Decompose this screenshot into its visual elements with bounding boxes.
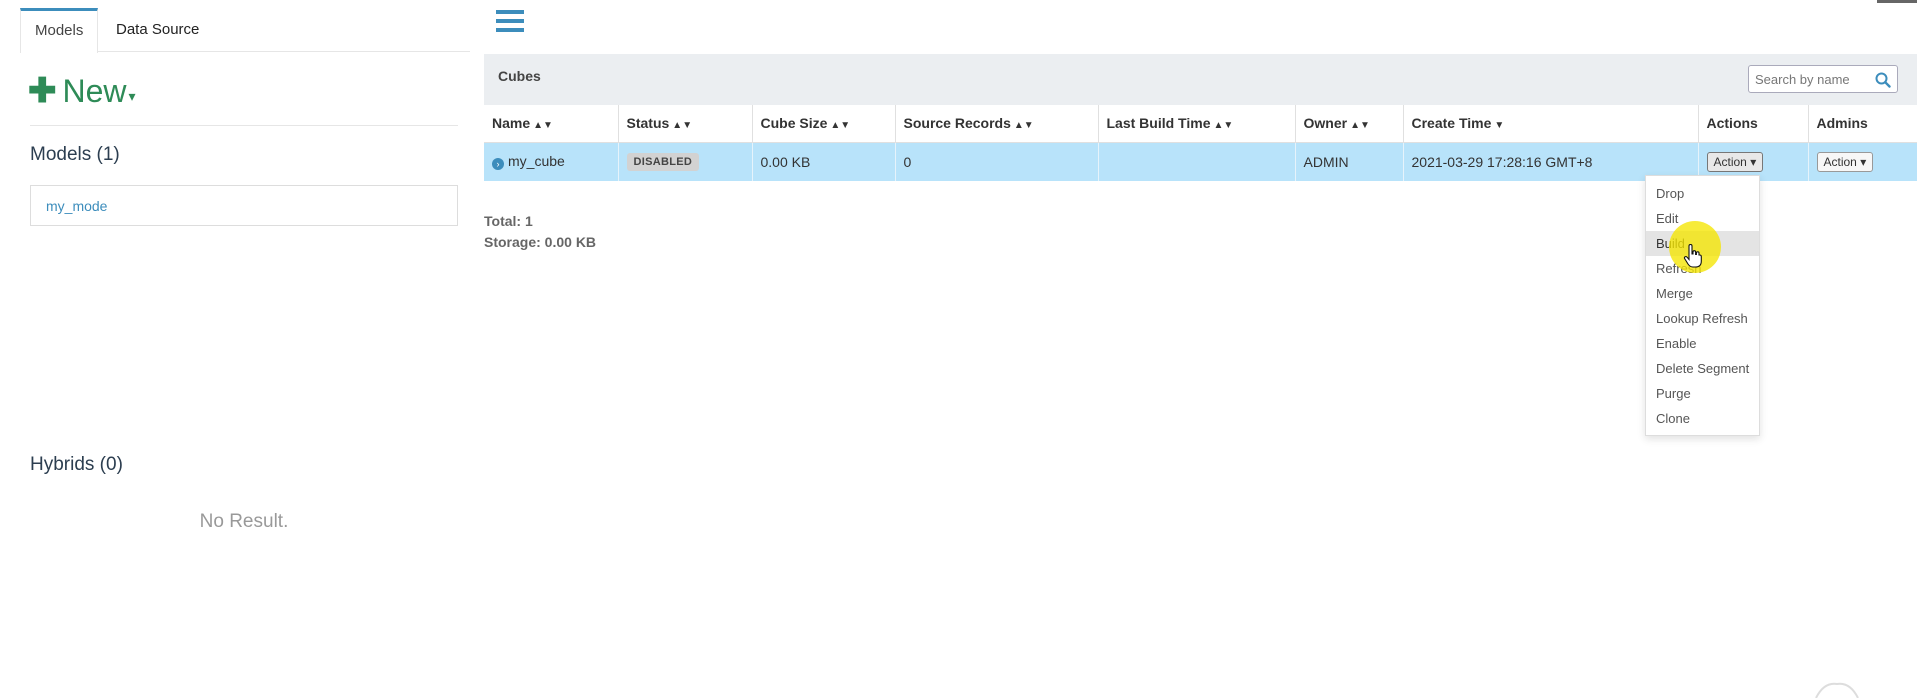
cell-status: DISABLED xyxy=(618,142,753,181)
expand-row-icon[interactable]: › xyxy=(492,158,504,171)
cell-last-build-time xyxy=(1098,142,1296,181)
cell-source-records: 0 xyxy=(895,142,1099,181)
hand-cursor-icon xyxy=(1683,244,1702,268)
cubes-panel-header: Cubes xyxy=(484,54,1917,105)
menu-item-merge[interactable]: Merge xyxy=(1646,281,1759,306)
menu-item-lookup-refresh[interactable]: Lookup Refresh xyxy=(1646,306,1759,331)
admin-action-dropdown-button[interactable]: Action ▾ xyxy=(1816,151,1874,172)
column-header-owner[interactable]: Owner ▲▼ xyxy=(1295,105,1404,143)
decoration-icon xyxy=(1815,682,1859,698)
models-title: Models (1) xyxy=(30,144,120,165)
cell-cube-size: 0.00 KB xyxy=(752,142,896,181)
divider xyxy=(30,125,458,126)
column-header-actions: Actions xyxy=(1698,105,1809,143)
menu-item-drop[interactable]: Drop xyxy=(1646,181,1759,206)
search-icon[interactable] xyxy=(1875,72,1891,88)
cubes-table: Name ▲▼ Status ▲▼ Cube Size ▲▼ Source Recor… xyxy=(484,105,1917,181)
hybrids-empty-text: No Result. xyxy=(199,511,289,532)
caret-down-icon: ▾ xyxy=(128,88,136,104)
column-header-source-records[interactable]: Source Records ▲▼ xyxy=(895,105,1099,143)
sort-icon: ▲▼ xyxy=(1350,120,1370,132)
new-button[interactable]: ✚ New ▾ xyxy=(28,66,136,116)
cell-owner: ADMIN xyxy=(1295,142,1404,181)
tab-models[interactable]: Models xyxy=(20,8,99,53)
model-item-my-mode[interactable]: my_mode xyxy=(46,198,107,214)
column-header-last-build-time[interactable]: Last Build Time ▲▼ xyxy=(1098,105,1296,143)
action-dropdown-button[interactable]: Action ▾ xyxy=(1706,151,1764,172)
total-count: Total: 1 xyxy=(484,213,533,229)
menu-item-enable[interactable]: Enable xyxy=(1646,331,1759,356)
caret-down-icon: ▾ xyxy=(1860,154,1867,169)
caret-down-icon: ▾ xyxy=(1750,154,1757,169)
cell-name[interactable]: › my_cube xyxy=(484,142,619,181)
hamburger-menu-icon[interactable] xyxy=(496,10,524,34)
column-header-status[interactable]: Status ▲▼ xyxy=(618,105,753,143)
model-list: my_mode xyxy=(30,185,458,226)
window-edge xyxy=(1877,0,1917,3)
sort-icon: ▲▼ xyxy=(533,120,553,132)
sort-icon: ▲▼ xyxy=(830,120,851,132)
sidebar-tabs: Models Data Source xyxy=(20,8,470,53)
menu-item-purge[interactable]: Purge xyxy=(1646,381,1759,406)
column-header-admins: Admins xyxy=(1808,105,1917,143)
status-badge: DISABLED xyxy=(626,153,700,172)
cubes-panel: Cubes Name▲▼ Status▲▼ Cube Size▲▼ Source… xyxy=(484,54,1917,182)
menu-item-edit[interactable]: Edit xyxy=(1646,206,1759,231)
menu-item-delete-segment[interactable]: Delete Segment xyxy=(1646,356,1759,381)
sort-icon: ▲▼ xyxy=(1013,120,1034,132)
sort-icon: ▲▼ xyxy=(1213,120,1234,132)
sort-desc-icon: ▼ xyxy=(1494,120,1505,132)
models-sidebar: Models Data Source ✚ New ▾ Models (1) my… xyxy=(0,0,470,698)
new-button-label: New xyxy=(62,73,127,109)
plus-icon: ✚ xyxy=(28,72,57,110)
storage-size: Storage: 0.00 KB xyxy=(484,234,597,250)
table-header-row: Name ▲▼ Status ▲▼ Cube Size ▲▼ Source Recor… xyxy=(484,105,1917,143)
column-header-name[interactable]: Name ▲▼ xyxy=(484,105,619,143)
search-input[interactable] xyxy=(1749,66,1867,92)
tab-data-source[interactable]: Data Source xyxy=(102,8,213,52)
sort-icon: ▲▼ xyxy=(672,120,693,132)
hybrids-title: Hybrids (0) xyxy=(30,454,123,475)
cell-admins: Action ▾ xyxy=(1808,142,1917,181)
column-header-cube-size[interactable]: Cube Size ▲▼ xyxy=(752,105,896,143)
action-menu: Drop Edit Build Refresh Merge Lookup Ref… xyxy=(1645,175,1760,436)
menu-item-clone[interactable]: Clone xyxy=(1646,406,1759,431)
search-box xyxy=(1748,65,1898,93)
column-header-create-time[interactable]: Create Time ▼ xyxy=(1403,105,1699,143)
cubes-title: Cubes xyxy=(498,68,541,84)
